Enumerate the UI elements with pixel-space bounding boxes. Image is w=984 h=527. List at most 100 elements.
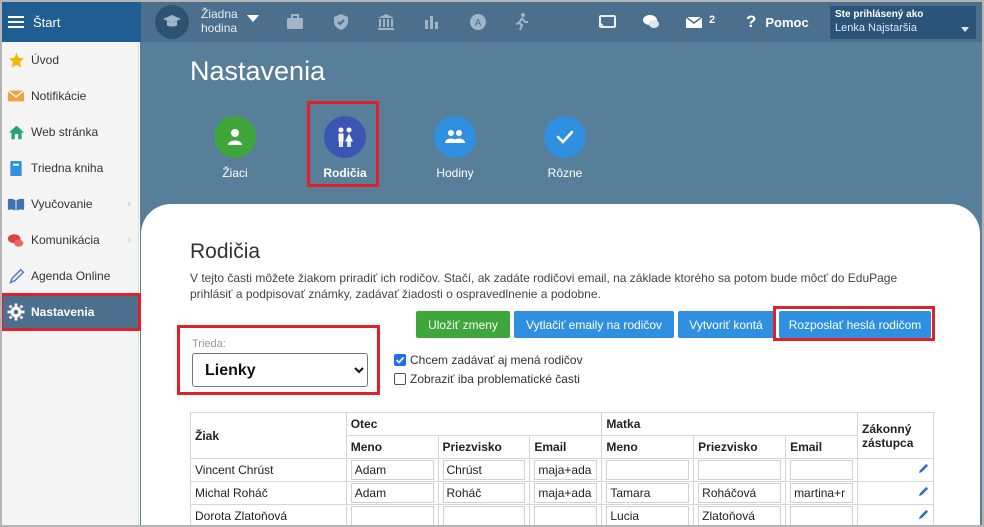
briefcase-icon[interactable] bbox=[285, 12, 305, 32]
student-name: Vincent Chrúst bbox=[190, 458, 347, 482]
sidebar-item-uvod[interactable]: Úvod bbox=[2, 42, 139, 78]
chevron-down-icon bbox=[961, 27, 969, 32]
start-label: Štart bbox=[33, 14, 61, 30]
award-icon[interactable]: A bbox=[468, 12, 488, 32]
class-select[interactable]: Lienky bbox=[192, 353, 368, 387]
lesson-selector[interactable]: Žiadna hodina bbox=[201, 7, 238, 35]
tab-rozne[interactable]: Rôzne bbox=[525, 116, 605, 180]
chat-icon bbox=[6, 230, 26, 250]
sidebar-item-label: Komunikácia bbox=[31, 233, 100, 247]
sidebar: Úvod Notifikácie Web stránka Triedna kni… bbox=[2, 42, 139, 525]
father-first-input[interactable]: Adam bbox=[350, 483, 434, 503]
tab-rodicia[interactable]: Rodičia bbox=[305, 116, 385, 180]
running-person-icon[interactable] bbox=[512, 12, 532, 32]
sidebar-item-agenda-online[interactable]: Agenda Online bbox=[2, 258, 139, 294]
edit-pencil-icon[interactable] bbox=[918, 509, 929, 520]
chat-bubbles-icon[interactable] bbox=[641, 12, 661, 32]
print-emails-button[interactable]: Vytlačiť emaily na rodičov bbox=[514, 311, 674, 338]
sidebar-item-label: Web stránka bbox=[31, 125, 99, 139]
header-mother: Matka bbox=[601, 412, 859, 436]
problem-checkbox-row[interactable]: Zobraziť iba problematické časti bbox=[394, 372, 580, 386]
home-icon bbox=[6, 122, 26, 142]
mother-email-input[interactable]: martina+r bbox=[790, 483, 854, 503]
edit-pencil-icon[interactable] bbox=[918, 463, 929, 474]
mother-first-input[interactable] bbox=[606, 460, 690, 480]
open-book-icon bbox=[6, 194, 26, 214]
mother-email-input[interactable] bbox=[790, 460, 854, 480]
header-mother-email: Email bbox=[785, 435, 859, 459]
names-checkbox[interactable] bbox=[394, 354, 406, 366]
save-button[interactable]: Uložiť zmeny bbox=[416, 311, 510, 338]
father-last-input[interactable] bbox=[442, 506, 526, 526]
mother-last-input[interactable]: Roháčová bbox=[698, 483, 782, 503]
father-email-input[interactable] bbox=[534, 506, 598, 526]
mother-first-input[interactable]: Lucia bbox=[606, 506, 690, 526]
header-guardian-line2: zástupca bbox=[862, 435, 914, 450]
chevron-right-icon: › bbox=[127, 198, 131, 210]
header-mother-first: Meno bbox=[601, 435, 695, 459]
star-icon bbox=[6, 50, 26, 70]
sidebar-item-notifikacie[interactable]: Notifikácie bbox=[2, 78, 139, 114]
sidebar-item-label: Nastavenia bbox=[31, 305, 95, 319]
envelope-icon[interactable] bbox=[684, 12, 704, 32]
father-first-input[interactable] bbox=[350, 506, 434, 526]
names-checkbox-row[interactable]: Chcem zadávať aj mená rodičov bbox=[394, 353, 583, 367]
send-passwords-button[interactable]: Rozposlať heslá rodičom bbox=[779, 311, 931, 338]
graduation-cap-icon[interactable] bbox=[155, 5, 189, 39]
table-row: Dorota Zlatoňová Lucia Zlatoňová bbox=[190, 504, 934, 527]
father-first-input[interactable]: Adam bbox=[350, 460, 434, 480]
sidebar-item-web-stranka[interactable]: Web stránka bbox=[2, 114, 139, 150]
student-name: Dorota Zlatoňová bbox=[190, 504, 347, 527]
envelope-icon bbox=[6, 86, 26, 106]
header-father-last: Priezvisko bbox=[437, 435, 531, 459]
tab-hodiny[interactable]: Hodiny bbox=[415, 116, 495, 180]
checkmark-icon bbox=[544, 116, 586, 158]
toolbar: Žiadna hodina A 2 ? Pomoc Ste prihlásený… bbox=[141, 2, 982, 42]
help-button[interactable]: ? Pomoc bbox=[746, 12, 809, 32]
parents-table: Žiak Otec Matka Zákonný zástupca Meno Pr… bbox=[190, 412, 934, 527]
mother-last-input[interactable]: Zlatoňová bbox=[698, 506, 782, 526]
header-student: Žiak bbox=[190, 412, 347, 459]
father-email-input[interactable]: maja+ada bbox=[534, 460, 598, 480]
sidebar-item-label: Triedna kniha bbox=[31, 161, 104, 175]
lesson-line1: Žiadna bbox=[201, 7, 238, 21]
header-guardian-line1: Zákonný bbox=[862, 421, 912, 436]
sidebar-item-label: Agenda Online bbox=[31, 269, 111, 283]
mother-first-input[interactable]: Tamara bbox=[606, 483, 690, 503]
top-bar: Štart Žiadna hodina A 2 ? Pomoc Ste prih… bbox=[2, 2, 982, 42]
tab-ziaci[interactable]: Žiaci bbox=[195, 116, 275, 180]
cast-icon[interactable] bbox=[597, 12, 617, 32]
user-menu[interactable]: Ste prihlásený ako Lenka Najstaršia bbox=[830, 6, 976, 39]
header-father-first: Meno bbox=[345, 435, 439, 459]
problem-checkbox-label: Zobraziť iba problematické časti bbox=[410, 372, 580, 386]
sidebar-item-komunikacia[interactable]: Komunikácia › bbox=[2, 222, 139, 258]
lesson-line2: hodina bbox=[201, 21, 238, 35]
group-icon bbox=[434, 116, 476, 158]
institution-icon[interactable] bbox=[376, 12, 396, 32]
shield-icon[interactable] bbox=[331, 12, 351, 32]
student-icon bbox=[214, 116, 256, 158]
father-email-input[interactable]: maja+ada bbox=[534, 483, 598, 503]
start-menu-button[interactable]: Štart bbox=[2, 2, 141, 42]
father-last-input[interactable]: Chrúst bbox=[442, 460, 526, 480]
sidebar-item-vyucovanie[interactable]: Vyučovanie › bbox=[2, 186, 139, 222]
mother-last-input[interactable] bbox=[698, 460, 782, 480]
sidebar-item-nastavenia[interactable]: Nastavenia bbox=[2, 294, 139, 330]
sidebar-item-label: Úvod bbox=[31, 53, 60, 67]
header-guardian: Zákonný zástupca bbox=[857, 412, 934, 459]
parents-icon bbox=[324, 116, 366, 158]
header-father: Otec bbox=[345, 412, 603, 436]
question-mark-icon: ? bbox=[746, 12, 757, 31]
sidebar-item-triedna-kniha[interactable]: Triedna kniha bbox=[2, 150, 139, 186]
problem-checkbox[interactable] bbox=[394, 373, 406, 385]
gear-icon bbox=[6, 302, 26, 322]
table-row: Michal Roháč Adam Roháč maja+ada Tamara … bbox=[190, 481, 934, 505]
chevron-down-icon[interactable] bbox=[247, 15, 259, 22]
edit-pencil-icon[interactable] bbox=[918, 486, 929, 497]
tab-label: Rôzne bbox=[547, 166, 583, 180]
father-last-input[interactable]: Roháč bbox=[442, 483, 526, 503]
mother-email-input[interactable] bbox=[790, 506, 854, 526]
class-label: Trieda: bbox=[192, 338, 226, 350]
bar-chart-icon[interactable] bbox=[422, 12, 442, 32]
create-accounts-button[interactable]: Vytvoriť kontá bbox=[678, 311, 774, 338]
